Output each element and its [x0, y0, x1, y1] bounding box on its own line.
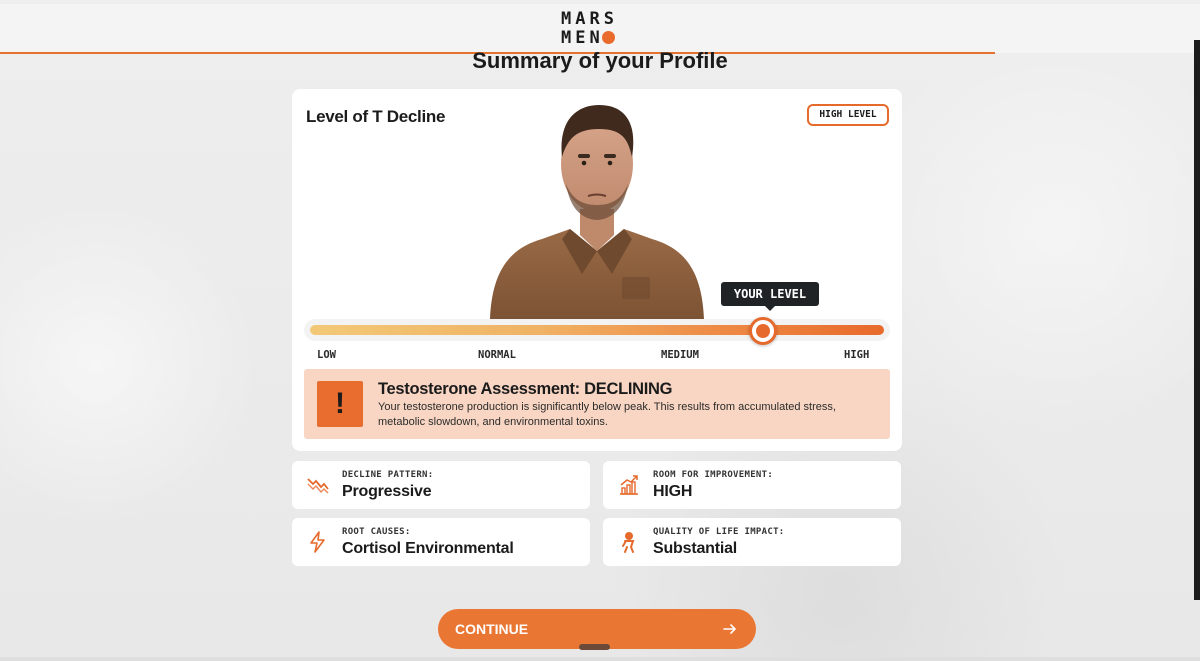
- bottom-edge: [0, 657, 1200, 661]
- stat-value: HIGH: [653, 483, 693, 500]
- decline-card: Level of T Decline HIGH LEVEL YOUR LEVEL: [292, 89, 902, 451]
- tick-medium: MEDIUM: [661, 349, 699, 361]
- stat-decline-pattern: DECLINE PATTERN: Progressive: [292, 461, 590, 509]
- brand-logo[interactable]: MARS MEN: [561, 10, 641, 50]
- exclamation-icon: !: [317, 381, 363, 427]
- logo-dot-icon: [601, 31, 615, 44]
- stat-label: DECLINE PATTERN:: [342, 470, 434, 480]
- arrow-right-icon: [723, 624, 737, 634]
- continue-label: CONTINUE: [455, 621, 529, 637]
- growth-chart-icon: [620, 475, 638, 495]
- tick-low: LOW: [317, 349, 336, 361]
- tooltip-arrow-icon: [764, 305, 776, 311]
- continue-button[interactable]: CONTINUE: [438, 609, 756, 649]
- man-portrait: [490, 105, 704, 319]
- logo-line-1: MARS: [561, 9, 618, 29]
- alert-text: Your testosterone production is signific…: [378, 401, 836, 428]
- stat-quality-of-life: QUALITY OF LIFE IMPACT: Substantial: [603, 518, 901, 566]
- stat-label: QUALITY OF LIFE IMPACT:: [653, 527, 785, 537]
- stat-value: Cortisol Environmental: [342, 540, 514, 557]
- stat-label: ROOM FOR IMPROVEMENT:: [653, 470, 774, 480]
- lightning-icon: [310, 531, 325, 553]
- your-level-tooltip: YOUR LEVEL: [721, 282, 819, 306]
- level-slider-track: [310, 325, 884, 335]
- page-title: Summary of your Profile: [472, 48, 728, 73]
- level-badge: HIGH LEVEL: [807, 104, 889, 126]
- assessment-alert: ! Testosterone Assessment: DECLINING You…: [304, 369, 890, 439]
- tick-high: HIGH: [844, 349, 870, 361]
- stat-value: Substantial: [653, 540, 738, 557]
- stat-value: Progressive: [342, 483, 432, 500]
- person-icon: [622, 532, 635, 553]
- alert-title: Testosterone Assessment: DECLINING: [378, 380, 673, 398]
- card-title: Level of T Decline: [306, 107, 446, 126]
- home-indicator: [579, 644, 610, 650]
- logo-line-2: MEN: [561, 28, 604, 48]
- stat-room-for-improvement: ROOM FOR IMPROVEMENT: HIGH: [603, 461, 901, 509]
- stat-label: ROOT CAUSES:: [342, 527, 411, 537]
- window-edge: [1194, 40, 1200, 600]
- decline-zigzag-icon: [307, 478, 329, 494]
- stat-root-causes: ROOT CAUSES: Cortisol Environmental: [292, 518, 590, 566]
- tick-normal: NORMAL: [478, 349, 516, 361]
